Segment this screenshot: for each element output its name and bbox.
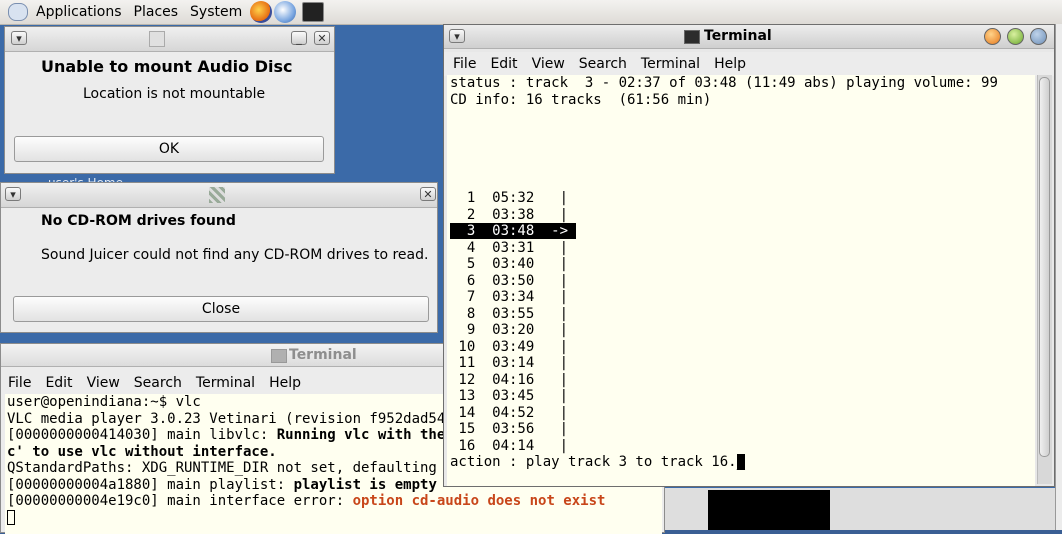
close-button[interactable]: Close <box>13 296 429 322</box>
track-row[interactable]: 15 03:56 | <box>450 421 1035 438</box>
window-menu-icon[interactable]: ▾ <box>11 31 27 45</box>
menu-terminal[interactable]: Terminal <box>189 375 262 391</box>
track-row[interactable]: 9 03:20 | <box>450 322 1035 339</box>
dialog-titlebar[interactable]: ▾ ✕ <box>1 183 437 208</box>
track-entry: 11 03:14 | <box>450 355 577 371</box>
background-black-fragment <box>708 490 830 530</box>
track-row[interactable]: 5 03:40 | <box>450 256 1035 273</box>
terminal-titlebar[interactable]: ▾ Terminal <box>444 25 1054 49</box>
window-title: Terminal <box>289 347 357 363</box>
track-entry: 12 04:16 | <box>450 371 577 388</box>
track-row[interactable]: 11 03:14 | <box>450 355 1035 372</box>
track-entry: 16 04:14 | <box>450 437 577 454</box>
track-entry: 10 03:49 | <box>450 338 577 355</box>
menu-search[interactable]: Search <box>572 56 634 72</box>
track-entry: 3 03:48 -> <box>450 223 577 239</box>
audio-disc-dialog: ▾ _ ✕ Unable to mount Audio Disc Locatio… <box>4 26 335 174</box>
track-entry: 9 03:20 | <box>450 322 577 338</box>
window-menu-icon[interactable]: ▾ <box>5 187 21 201</box>
track-entry: 1 05:32 | <box>450 190 577 206</box>
openindiana-logo-icon <box>8 3 28 21</box>
track-entry: 15 03:56 | <box>450 421 577 437</box>
menu-help[interactable]: Help <box>262 375 308 391</box>
track-entry: 8 03:55 | <box>450 305 577 322</box>
track-list: 1 05:32 | 2 03:38 | 3 03:48 -> 4 03:31 |… <box>450 190 1035 454</box>
menu-view[interactable]: View <box>80 375 127 391</box>
cdrom-dialog: ▾ ✕ No CD-ROM drives found Sound Juicer … <box>0 182 438 333</box>
dialog-heading: Unable to mount Audio Disc <box>41 57 293 76</box>
menu-places[interactable]: Places <box>128 4 185 20</box>
track-row[interactable]: 16 04:14 | <box>450 438 1035 455</box>
track-row[interactable]: 1 05:32 | <box>450 190 1035 207</box>
track-entry: 14 04:52 | <box>450 404 577 421</box>
track-row[interactable]: 14 04:52 | <box>450 405 1035 422</box>
minimize-icon[interactable] <box>984 28 1001 45</box>
ok-button[interactable]: OK <box>14 136 324 162</box>
term-cursor <box>7 509 15 525</box>
menu-edit[interactable]: Edit <box>483 56 524 72</box>
track-row[interactable]: 3 03:48 -> <box>450 223 1035 240</box>
menu-view[interactable]: View <box>525 56 572 72</box>
track-entry: 5 03:40 | <box>450 256 577 272</box>
track-entry: 7 03:34 | <box>450 289 577 305</box>
menu-search[interactable]: Search <box>127 375 189 391</box>
terminal-output[interactable]: status : track 3 - 02:37 of 03:48 (11:49… <box>447 75 1035 486</box>
terminal-scrollbar[interactable] <box>1037 75 1052 484</box>
sound-juicer-icon <box>209 187 225 203</box>
menu-edit[interactable]: Edit <box>38 375 79 391</box>
track-row[interactable]: 2 03:38 | <box>450 207 1035 224</box>
menu-help[interactable]: Help <box>707 56 753 72</box>
cd-info-line: CD info: 16 tracks (61:56 min) <box>450 91 712 108</box>
track-entry: 13 03:45 | <box>450 388 577 404</box>
thunderbird-icon[interactable] <box>274 1 297 23</box>
track-row[interactable]: 6 03:50 | <box>450 273 1035 290</box>
menu-terminal[interactable]: Terminal <box>634 56 707 72</box>
track-entry: 6 03:50 | <box>450 272 577 289</box>
text-cursor: _ <box>736 454 746 470</box>
terminal-menubar: File Edit View Search Terminal Help <box>444 52 1054 76</box>
track-row[interactable]: 10 03:49 | <box>450 339 1035 356</box>
blank-space <box>450 108 1035 190</box>
terminal-title-icon <box>684 30 700 44</box>
close-icon[interactable] <box>1030 28 1047 45</box>
terminal-title-icon <box>271 349 287 363</box>
main-terminal-window: ▾ Terminal File Edit View Search Termina… <box>443 24 1055 487</box>
background-window-edge <box>1055 24 1062 530</box>
track-entry: 2 03:38 | <box>450 206 577 223</box>
track-row[interactable]: 12 04:16 | <box>450 372 1035 389</box>
menu-system[interactable]: System <box>184 4 248 20</box>
dialog-titlebar[interactable]: ▾ _ ✕ <box>5 27 334 52</box>
track-row[interactable]: 4 03:31 | <box>450 240 1035 257</box>
firefox-icon[interactable] <box>250 1 273 23</box>
dialog-heading: No CD-ROM drives found <box>41 213 236 229</box>
window-menu-icon[interactable]: ▾ <box>449 29 465 43</box>
close-icon[interactable]: ✕ <box>314 31 330 45</box>
window-title: Terminal <box>704 28 772 44</box>
menu-applications[interactable]: Applications <box>30 4 128 20</box>
action-line: action : play track 3 to track 16._ <box>450 454 746 470</box>
menu-file[interactable]: File <box>1 375 38 391</box>
dialog-message: Sound Juicer could not find any CD-ROM d… <box>41 247 429 263</box>
minimize-icon[interactable]: _ <box>291 31 307 45</box>
status-line: status : track 3 - 02:37 of 03:48 (11:49… <box>450 75 998 91</box>
term-line: [00000000004e19c0] main interface error:… <box>7 493 606 509</box>
scrollbar-thumb[interactable] <box>1039 77 1050 457</box>
track-entry: 4 03:31 | <box>450 239 577 256</box>
menu-file[interactable]: File <box>444 56 483 72</box>
terminal-icon[interactable] <box>302 2 325 22</box>
close-icon[interactable]: ✕ <box>420 187 436 201</box>
dialog-message: Location is not mountable <box>83 86 266 102</box>
track-row[interactable]: 7 03:34 | <box>450 289 1035 306</box>
track-row[interactable]: 13 03:45 | <box>450 388 1035 405</box>
dialog-app-icon <box>149 31 165 47</box>
maximize-icon[interactable] <box>1007 28 1024 45</box>
track-row[interactable]: 8 03:55 | <box>450 306 1035 323</box>
top-panel: Applications Places System <box>0 0 1062 25</box>
